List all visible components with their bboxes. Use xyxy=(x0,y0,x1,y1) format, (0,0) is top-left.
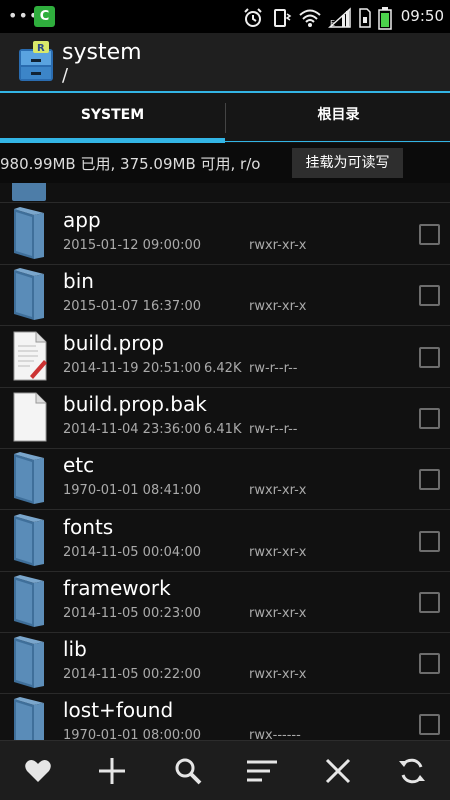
file-name: build.prop xyxy=(63,330,164,355)
file-meta: 2014-11-05 00:23:00 rwxr-xr-x xyxy=(63,605,306,621)
page-title: system xyxy=(62,40,142,65)
folder-icon xyxy=(12,183,46,201)
file-name: lib xyxy=(63,637,87,662)
mount-rw-button[interactable]: 挂载为可读写 xyxy=(292,148,403,178)
select-checkbox[interactable] xyxy=(419,469,440,491)
file-name: fonts xyxy=(63,514,114,539)
alarm-icon xyxy=(244,8,262,27)
select-checkbox[interactable] xyxy=(419,591,440,613)
tab-bar: SYSTEM 根目录 xyxy=(0,91,450,143)
list-item[interactable]: etc 1970-01-01 08:41:00 rwxr-xr-x xyxy=(0,449,450,511)
storage-usage-text: 980.99MB 已用, 375.09MB 可用, r/o xyxy=(0,155,261,173)
select-checkbox[interactable] xyxy=(419,653,440,675)
file-permissions: rwxr-xr-x xyxy=(249,605,307,621)
list-item[interactable]: app 2015-01-12 09:00:00 rwxr-xr-x xyxy=(0,204,450,265)
file-meta: 2014-11-05 00:22:00 rwxr-xr-x xyxy=(63,667,306,683)
add-icon[interactable] xyxy=(96,755,128,787)
list-item[interactable]: build.prop 2014-11-19 20:51:00 6.42K rw-r--… xyxy=(0,327,450,388)
folder-icon xyxy=(14,268,44,321)
file-meta: 2015-01-07 16:37:00 rwxr-xr-x xyxy=(63,299,306,315)
signal-icon: E xyxy=(328,7,351,28)
file-date: 2015-01-12 09:00:00 xyxy=(63,238,202,253)
file-size: 6.41K xyxy=(204,421,242,437)
status-clock: 09:50 xyxy=(400,7,444,25)
file-permissions: rwxr-xr-x xyxy=(249,667,307,683)
sim-icon xyxy=(359,8,371,28)
file-name: bin xyxy=(63,269,94,294)
file-name: app xyxy=(63,208,101,232)
select-checkbox[interactable] xyxy=(419,346,440,368)
file-date: 1970-01-01 08:41:00 xyxy=(63,483,202,499)
file-list[interactable]: app 2015-01-12 09:00:00 rwxr-xr-x bin 2015-0… xyxy=(0,183,450,740)
status-icons: E xyxy=(242,6,392,30)
file-name: framework xyxy=(63,575,171,600)
file-name: etc xyxy=(63,453,95,478)
battery-icon xyxy=(378,7,392,30)
vibrate-icon xyxy=(274,9,292,27)
root-explorer-logo-icon[interactable]: R xyxy=(17,41,55,83)
file-meta: 2014-11-05 00:04:00 rwxr-xr-x xyxy=(63,544,306,560)
favorite-icon[interactable] xyxy=(22,755,54,787)
file-icon xyxy=(13,392,47,442)
file-date: 2014-11-05 00:22:00 xyxy=(63,667,202,683)
close-icon[interactable] xyxy=(322,755,354,787)
file-size: 6.42K xyxy=(204,360,242,376)
folder-icon xyxy=(14,697,44,740)
file-meta: 2014-11-19 20:51:00 6.42K rw-r--r-- xyxy=(63,360,297,376)
folder-icon xyxy=(14,574,44,627)
file-permissions: rw-r--r-- xyxy=(249,421,298,437)
folder-icon xyxy=(14,636,44,689)
list-item[interactable]: lost+found 1970-01-01 08:00:00 rwx------ xyxy=(0,694,450,740)
file-meta: 1970-01-01 08:00:00 rwx------ xyxy=(63,728,301,740)
select-checkbox[interactable] xyxy=(419,530,440,552)
svg-text:E: E xyxy=(330,19,335,28)
bottom-toolbar xyxy=(0,740,450,800)
search-icon[interactable] xyxy=(172,755,204,787)
file-permissions: rwxr-xr-x xyxy=(249,299,307,315)
current-path: / xyxy=(62,65,69,86)
file-date: 2014-11-05 00:04:00 xyxy=(63,544,202,560)
file-icon xyxy=(13,331,47,381)
file-date: 2014-11-19 20:51:00 xyxy=(63,360,202,376)
list-item[interactable]: bin 2015-01-07 16:37:00 rwxr-xr-x xyxy=(0,265,450,327)
file-name: lost+found xyxy=(63,698,174,723)
tab-root-directory[interactable]: 根目录 xyxy=(226,93,450,141)
status-bar: ••• C E 09:50 xyxy=(0,0,450,33)
folder-icon xyxy=(14,207,44,259)
list-item[interactable]: build.prop.bak 2014-11-04 23:36:00 6.41K rw… xyxy=(0,388,450,449)
list-item[interactable]: lib 2014-11-05 00:22:00 rwxr-xr-x xyxy=(0,633,450,695)
list-item[interactable]: fonts 2014-11-05 00:04:00 rwxr-xr-x xyxy=(0,511,450,572)
folder-icon xyxy=(14,452,44,505)
select-checkbox[interactable] xyxy=(419,224,440,245)
app-notification-icon: C xyxy=(34,6,55,27)
file-permissions: rwxr-xr-x xyxy=(249,238,307,253)
file-name: build.prop.bak xyxy=(63,391,207,416)
file-permissions: rw-r--r-- xyxy=(249,360,298,376)
file-permissions: rwx------ xyxy=(249,728,301,740)
file-meta: 1970-01-01 08:41:00 rwxr-xr-x xyxy=(63,483,306,499)
select-checkbox[interactable] xyxy=(419,285,440,307)
select-checkbox[interactable] xyxy=(419,407,440,429)
svg-text:R: R xyxy=(37,43,45,54)
select-checkbox[interactable] xyxy=(419,714,440,736)
file-meta: 2014-11-04 23:36:00 6.41K rw-r--r-- xyxy=(63,421,297,437)
file-date: 2014-11-04 23:36:00 xyxy=(63,421,202,437)
folder-icon xyxy=(14,513,44,566)
file-date: 2014-11-05 00:23:00 xyxy=(63,605,202,621)
tab-system[interactable]: SYSTEM xyxy=(0,93,225,141)
file-meta: 2015-01-12 09:00:00 rwxr-xr-x xyxy=(63,238,306,253)
file-date: 1970-01-01 08:00:00 xyxy=(63,728,202,740)
refresh-icon[interactable] xyxy=(396,755,428,787)
list-item[interactable]: framework 2014-11-05 00:23:00 rwxr-xr-x xyxy=(0,572,450,633)
storage-info-bar: 980.99MB 已用, 375.09MB 可用, r/o 挂载为可读写 xyxy=(0,143,450,183)
file-permissions: rwxr-xr-x xyxy=(249,544,307,560)
list-item-partial xyxy=(0,183,450,203)
wifi-icon xyxy=(299,9,321,27)
action-bar: R system / xyxy=(0,33,450,91)
file-permissions: rwxr-xr-x xyxy=(249,483,307,499)
file-date: 2015-01-07 16:37:00 xyxy=(63,299,202,315)
sort-icon[interactable] xyxy=(246,755,278,787)
